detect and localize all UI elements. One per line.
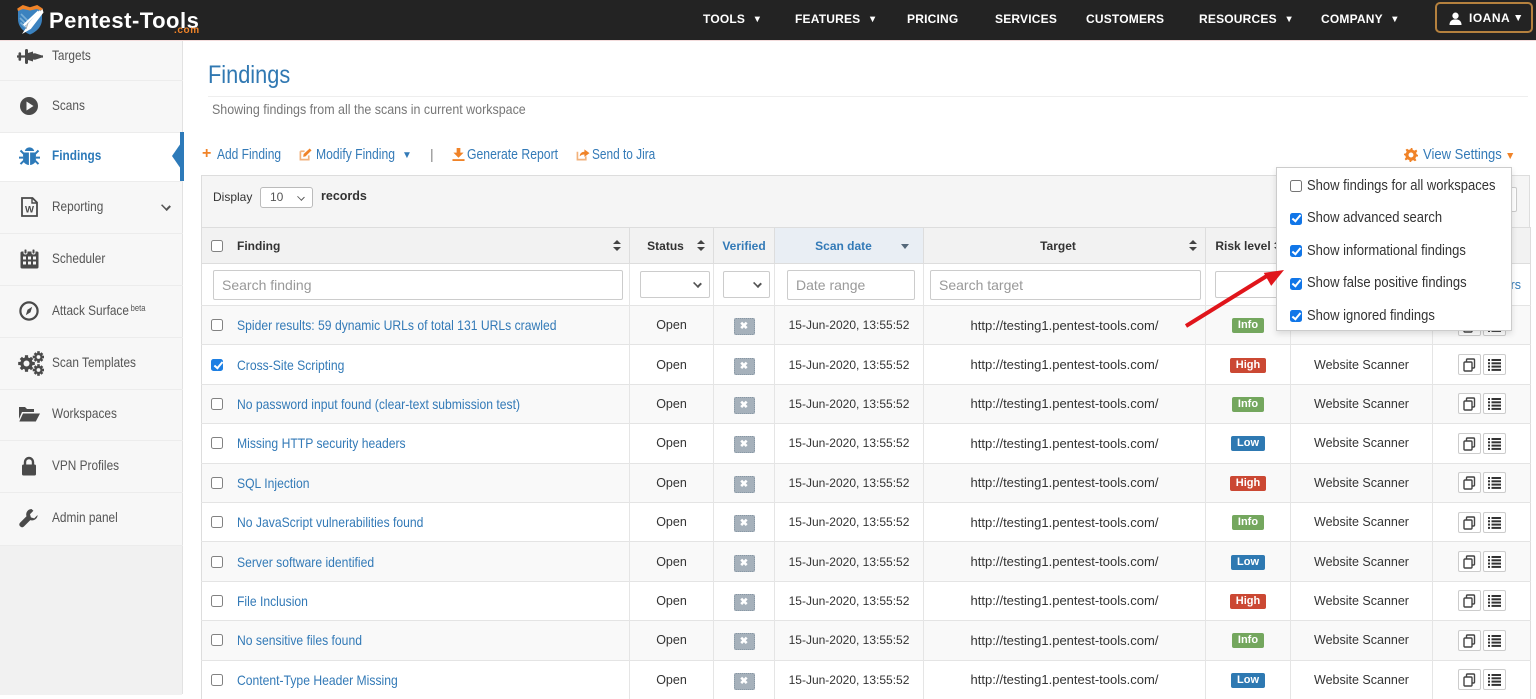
svg-text:W: W [25, 204, 34, 215]
